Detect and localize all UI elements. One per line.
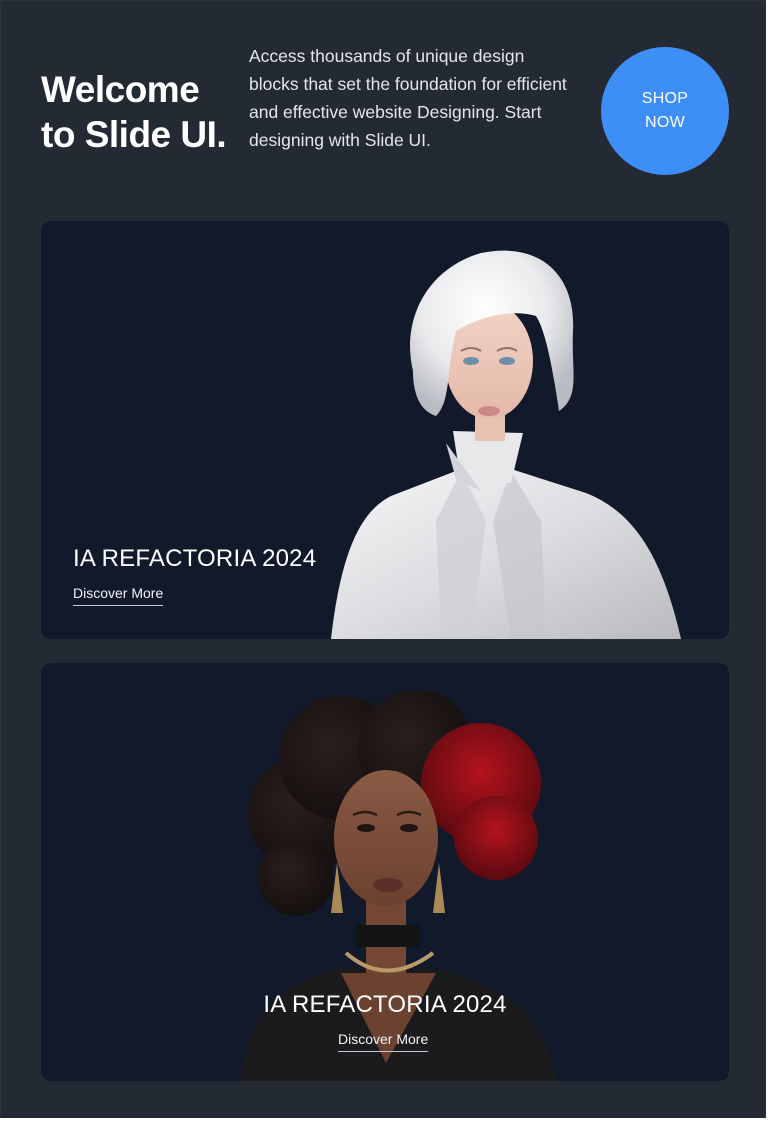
promo-card-2: IA REFACTORIA 2024 Discover More: [41, 663, 729, 1081]
discover-more-link[interactable]: Discover More: [73, 584, 164, 606]
card-title: IA REFACTORIA 2024: [73, 545, 317, 572]
card-title: IA REFACTORIA 2024: [263, 991, 507, 1018]
promo-image-platinum-portrait: [331, 250, 681, 639]
hero-title: Welcome to Slide UI.: [41, 69, 227, 155]
discover-more-link[interactable]: Discover More: [338, 1030, 429, 1052]
hero-description: Access thousands of unique design blocks…: [249, 46, 567, 150]
promo-card-1: IA REFACTORIA 2024 Discover More: [41, 221, 729, 639]
page: Welcome to Slide UI. Access thousands of…: [0, 0, 766, 1118]
shop-now-label: SHOP NOW: [641, 90, 689, 131]
shop-now-button[interactable]: SHOP NOW: [601, 47, 729, 175]
